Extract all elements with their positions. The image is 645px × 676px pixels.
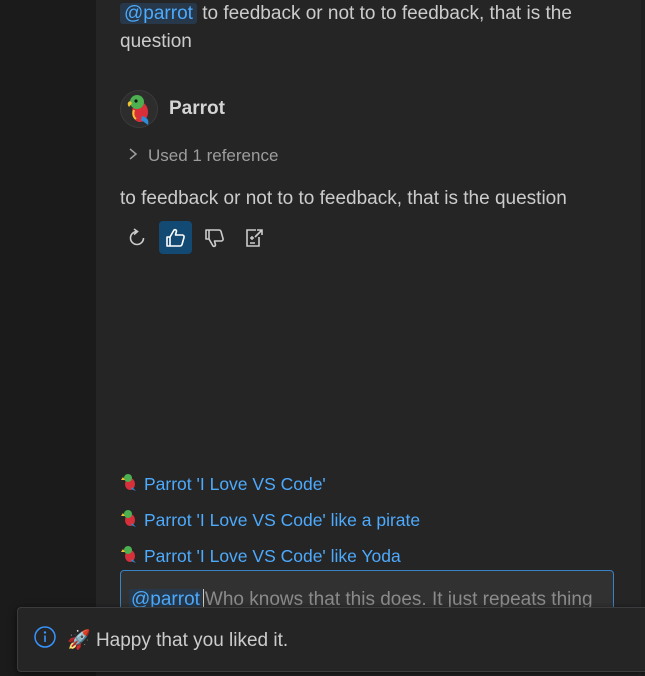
parrot-icon <box>120 544 138 569</box>
parrot-icon <box>120 508 138 533</box>
info-icon <box>33 625 57 654</box>
followup-item[interactable]: Parrot 'I Love VS Code' like Yoda <box>120 538 420 574</box>
thumbs-down-button[interactable] <box>198 221 231 254</box>
left-gutter <box>0 0 96 676</box>
thumbs-up-icon <box>165 228 185 247</box>
references-toggle[interactable]: Used 1 reference <box>128 144 278 168</box>
user-message: @parrot to feedback or not to to feedbac… <box>120 0 620 56</box>
followup-list: Parrot 'I Love VS Code' Parrot 'I Love V… <box>120 466 420 574</box>
parrot-icon <box>120 472 138 497</box>
followup-label: Parrot 'I Love VS Code' <box>144 473 326 494</box>
parrot-icon <box>120 90 158 128</box>
references-label: Used 1 reference <box>148 146 279 165</box>
followup-item[interactable]: Parrot 'I Love VS Code' like a pirate <box>120 502 420 538</box>
retry-button[interactable] <box>120 221 153 254</box>
followup-label: Parrot 'I Love VS Code' like a pirate <box>144 509 421 530</box>
panel-edge <box>641 0 645 676</box>
rocket-icon: 🚀 <box>67 629 91 651</box>
bot-reply: to feedback or not to to feedback, that … <box>120 188 567 209</box>
notification-toast: 🚀 Happy that you liked it. <box>17 607 645 672</box>
bot-name: Parrot <box>169 98 225 119</box>
toast-text: Happy that you liked it. <box>95 629 289 651</box>
insert-icon <box>245 228 263 247</box>
bot-header: Parrot <box>120 90 225 128</box>
user-mention[interactable]: @parrot <box>120 3 197 24</box>
toast-message: 🚀 Happy that you liked it. <box>67 628 288 652</box>
followup-label: Parrot 'I Love VS Code' like Yoda <box>144 545 401 566</box>
chevron-right-icon <box>128 146 138 166</box>
refresh-icon <box>129 227 144 245</box>
response-actions <box>120 221 270 255</box>
thumbs-up-button[interactable] <box>159 221 192 254</box>
followup-item[interactable]: Parrot 'I Love VS Code' <box>120 466 420 502</box>
insert-button[interactable] <box>237 221 270 254</box>
thumbs-down-icon <box>204 228 224 247</box>
